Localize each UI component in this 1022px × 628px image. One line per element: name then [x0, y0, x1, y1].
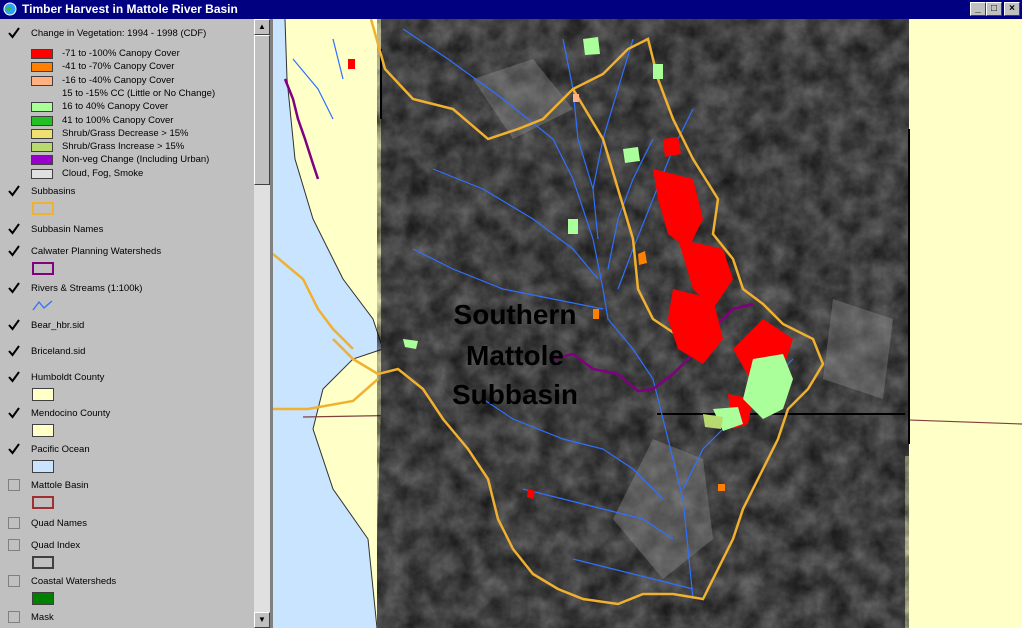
layer-checkbox[interactable]	[8, 185, 20, 197]
layer-entry[interactable]: Mendocino County	[0, 406, 254, 440]
window-title: Timber Harvest in Mattole River Basin	[22, 2, 238, 16]
layer-entry[interactable]: Subbasins	[0, 184, 254, 218]
checkmark-icon	[8, 345, 20, 357]
layer-name: Bear_hbr.sid	[31, 320, 85, 331]
layer-name: Briceland.sid	[31, 346, 86, 357]
layer-symbol	[32, 388, 54, 401]
legend-swatch	[31, 62, 53, 73]
checkmark-icon	[8, 27, 20, 39]
checkmark-icon	[8, 371, 20, 383]
checkmark-icon	[8, 185, 20, 197]
layer-entry[interactable]: Calwater Planning Watersheds	[0, 244, 254, 278]
layer-name: Mattole Basin	[31, 480, 89, 491]
map-label-line: Mattole	[466, 340, 564, 371]
title-bar: Timber Harvest in Mattole River Basin _ …	[0, 0, 1022, 19]
checkmark-icon	[8, 245, 20, 257]
layer-name: Change in Vegetation: 1994 - 1998 (CDF)	[31, 28, 207, 39]
layer-checkbox[interactable]	[8, 371, 20, 383]
map-view[interactable]: Southern Mattole Subbasin	[273, 19, 1022, 628]
checkmark-icon	[8, 407, 20, 419]
layer-change-in-vegetation: Change in Vegetation: 1994 - 1998 (CDF) …	[0, 26, 254, 186]
layer-name: Mask	[31, 612, 54, 623]
layer-entry[interactable]: Coastal Watersheds	[0, 574, 254, 608]
layer-name: Subbasins	[31, 186, 76, 197]
layer-checkbox[interactable]	[8, 611, 20, 623]
layer-checkbox[interactable]	[8, 27, 20, 39]
close-button[interactable]: ×	[1004, 2, 1020, 16]
legend-swatch	[31, 142, 53, 153]
layer-checkbox[interactable]	[8, 517, 20, 529]
layer-symbol	[32, 460, 54, 473]
checkmark-icon	[8, 282, 20, 294]
layer-name: Coastal Watersheds	[31, 576, 117, 587]
layer-checkbox[interactable]	[8, 479, 20, 491]
layer-checkbox[interactable]	[8, 319, 20, 331]
layer-name: Subbasin Names	[31, 224, 104, 235]
legend-swatch	[31, 49, 53, 59]
layer-entry[interactable]: Rivers & Streams (1:100k)	[0, 281, 254, 315]
minimize-button[interactable]: _	[970, 2, 986, 16]
layer-checkbox[interactable]	[8, 443, 20, 455]
layer-entry[interactable]: Humboldt County	[0, 370, 254, 404]
legend-label: 16 to 40% Canopy Cover	[62, 101, 169, 113]
layer-checkbox[interactable]	[8, 575, 20, 587]
layer-entry[interactable]: Mask	[0, 610, 254, 628]
layer-entry[interactable]: Pacific Ocean	[0, 442, 254, 476]
checkmark-icon	[8, 223, 20, 235]
layer-symbol	[32, 262, 54, 275]
layer-checkbox[interactable]	[8, 407, 20, 419]
layer-name: Mendocino County	[31, 408, 111, 419]
layer-name: Calwater Planning Watersheds	[31, 246, 162, 257]
legend-label: Non-veg Change (Including Urban)	[62, 154, 210, 166]
layer-checkbox[interactable]	[8, 539, 20, 551]
toc-scrollbar[interactable]: ▲ ▼	[254, 19, 270, 628]
layer-symbol	[32, 556, 54, 569]
layer-name: Quad Names	[31, 518, 87, 529]
layer-name: Quad Index	[31, 540, 81, 551]
stream-line-icon	[32, 300, 53, 311]
layer-symbol	[32, 592, 54, 605]
map-label-southern-mattole-subbasin: Southern Mattole Subbasin	[452, 299, 578, 410]
layer-checkbox[interactable]	[8, 345, 20, 357]
legend-swatch	[31, 155, 53, 166]
legend-swatch	[31, 115, 53, 126]
maximize-button[interactable]: □	[986, 2, 1002, 16]
legend-label: -41 to -70% Canopy Cover	[62, 61, 175, 73]
legend-label: Shrub/Grass Increase > 15%	[62, 141, 185, 153]
layer-symbol	[32, 496, 54, 509]
legend-label: 15 to -15% CC (Little or No Change)	[62, 87, 216, 99]
globe-icon	[3, 2, 17, 16]
scroll-up-button[interactable]: ▲	[254, 19, 270, 35]
scroll-down-button[interactable]: ▼	[254, 612, 270, 628]
legend-label: -16 to -40% Canopy Cover	[62, 74, 175, 86]
map-canvas[interactable]: Southern Mattole Subbasin	[273, 19, 1022, 628]
layer-checkbox[interactable]	[8, 245, 20, 257]
checkmark-icon	[8, 443, 20, 455]
legend-label: Shrub/Grass Decrease > 15%	[62, 127, 189, 139]
legend-swatch	[31, 168, 53, 179]
layer-symbol	[32, 424, 54, 437]
layer-entry[interactable]: Quad Index	[0, 538, 254, 572]
scroll-thumb[interactable]	[254, 35, 270, 185]
legend-swatch	[31, 75, 53, 86]
table-of-contents: Change in Vegetation: 1994 - 1998 (CDF) …	[0, 19, 254, 628]
legend-swatch	[31, 102, 53, 113]
legend-label: Cloud, Fog, Smoke	[62, 167, 144, 179]
layer-checkbox[interactable]	[8, 282, 20, 294]
checkmark-icon	[8, 319, 20, 331]
layer-name: Rivers & Streams (1:100k)	[31, 283, 143, 294]
layer-name: Humboldt County	[31, 372, 105, 383]
layer-checkbox[interactable]	[8, 223, 20, 235]
map-label-line: Subbasin	[452, 379, 578, 410]
layer-name: Pacific Ocean	[31, 444, 90, 455]
legend-label: 41 to 100% Canopy Cover	[62, 114, 174, 126]
layer-symbol	[32, 202, 54, 215]
legend-label: -71 to -100% Canopy Cover	[62, 48, 180, 59]
legend-swatch	[31, 128, 53, 139]
layer-entry[interactable]: Mattole Basin	[0, 478, 254, 512]
layer-symbol	[32, 299, 54, 312]
map-label-line: Southern	[454, 299, 577, 330]
